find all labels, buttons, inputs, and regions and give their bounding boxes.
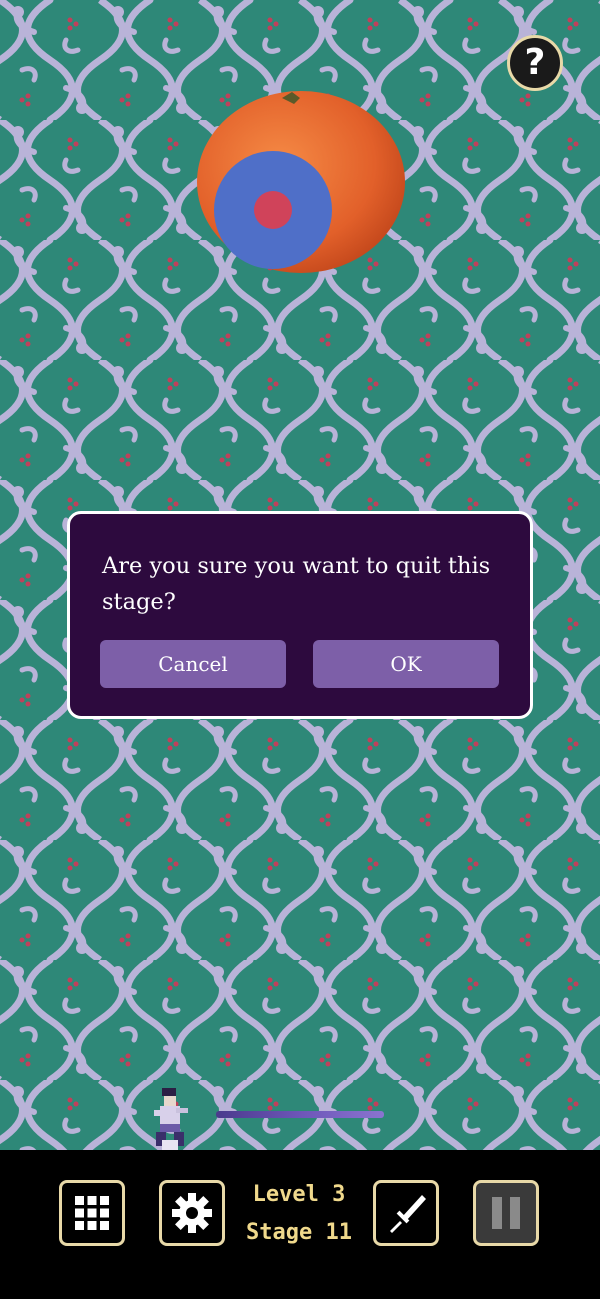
menu-button[interactable] xyxy=(59,1180,125,1246)
quit-confirm-dialog: Are you sure you want to quit this stage… xyxy=(67,511,533,719)
sword-icon xyxy=(390,1195,426,1233)
power-bar xyxy=(216,1111,384,1118)
stage-label: Stage 11 xyxy=(246,1220,352,1245)
level-label: Level 3 xyxy=(252,1182,346,1207)
player-sprite xyxy=(154,1088,188,1150)
pause-button[interactable] xyxy=(473,1180,539,1246)
dialog-message: Are you sure you want to quit this stage… xyxy=(102,553,491,615)
gear-icon xyxy=(172,1193,212,1233)
question-icon: ? xyxy=(524,42,546,83)
settings-button[interactable] xyxy=(159,1180,225,1246)
cancel-button[interactable]: Cancel xyxy=(100,640,286,688)
level-stage-display: Level 3 Stage 11 xyxy=(244,1176,354,1252)
pause-icon xyxy=(492,1197,520,1229)
bottom-toolbar: Level 3 Stage 11 xyxy=(0,1150,600,1299)
ok-button[interactable]: OK xyxy=(313,640,499,688)
weapon-button[interactable] xyxy=(373,1180,439,1246)
grid-icon xyxy=(75,1196,109,1230)
help-button[interactable]: ? xyxy=(507,35,563,91)
target-bullseye xyxy=(254,191,292,229)
orange-target[interactable] xyxy=(196,88,406,274)
